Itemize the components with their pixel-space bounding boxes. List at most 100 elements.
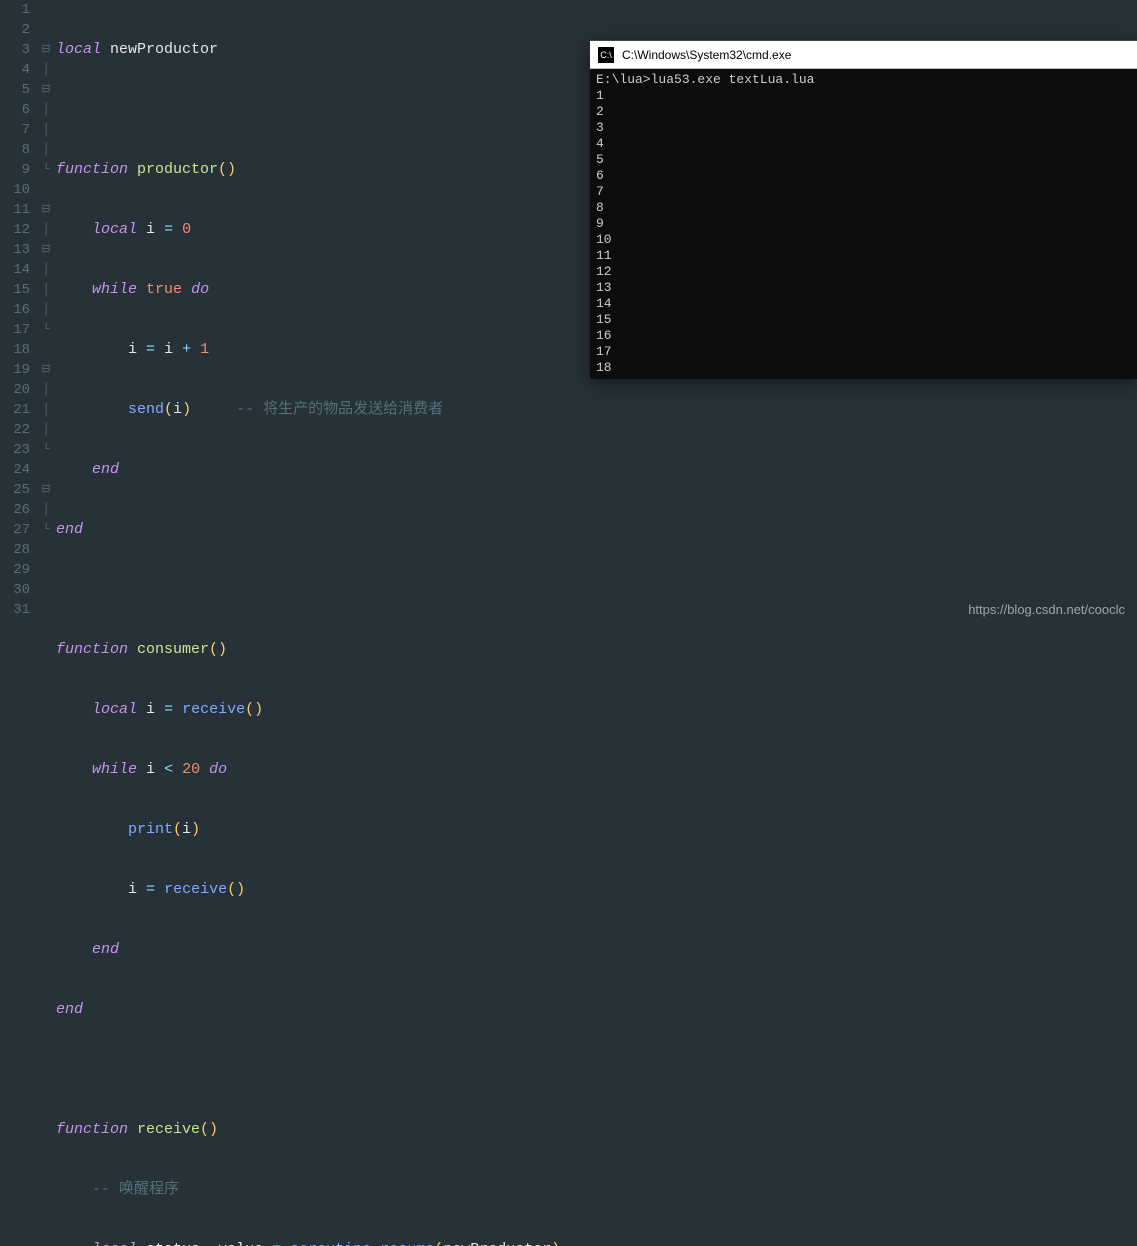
fold-marker[interactable]: │ (40, 500, 52, 520)
fold-marker[interactable] (40, 460, 52, 480)
code-line: local status, value = coroutine.resume(n… (56, 1240, 1137, 1246)
watermark: https://blog.csdn.net/cooclc (968, 602, 1125, 617)
console-line: 5 (596, 152, 1131, 168)
console-line: 16 (596, 328, 1131, 344)
fold-marker[interactable]: ⊟ (40, 40, 52, 60)
code-line: end (56, 520, 1137, 540)
code-line: while i < 20 do (56, 760, 1137, 780)
fold-marker[interactable] (40, 0, 52, 20)
console-line: E:\lua>lua53.exe textLua.lua (596, 72, 1131, 88)
fold-column[interactable]: ⊟│⊟│││└⊟│⊟│││└⊟│││└⊟│└ (40, 0, 52, 623)
line-number: 22 (4, 420, 30, 440)
fold-marker[interactable]: │ (40, 280, 52, 300)
console-line: 18 (596, 360, 1131, 376)
line-number: 16 (4, 300, 30, 320)
console-window[interactable]: C:\ C:\Windows\System32\cmd.exe E:\lua>l… (590, 40, 1137, 379)
fold-marker[interactable]: └ (40, 440, 52, 460)
fold-marker[interactable]: ⊟ (40, 80, 52, 100)
fold-marker[interactable]: │ (40, 260, 52, 280)
fold-marker[interactable] (40, 600, 52, 620)
console-line: 2 (596, 104, 1131, 120)
line-number: 7 (4, 120, 30, 140)
line-number: 3 (4, 40, 30, 60)
line-number: 12 (4, 220, 30, 240)
console-line: 13 (596, 280, 1131, 296)
line-number: 2 (4, 20, 30, 40)
line-number: 23 (4, 440, 30, 460)
line-number: 15 (4, 280, 30, 300)
line-number: 25 (4, 480, 30, 500)
line-number: 21 (4, 400, 30, 420)
line-number: 26 (4, 500, 30, 520)
code-line (56, 580, 1137, 600)
fold-marker[interactable]: │ (40, 300, 52, 320)
fold-marker[interactable]: └ (40, 520, 52, 540)
fold-marker[interactable] (40, 560, 52, 580)
code-line: end (56, 1000, 1137, 1020)
fold-marker[interactable]: │ (40, 120, 52, 140)
fold-marker[interactable]: │ (40, 420, 52, 440)
console-line: 1 (596, 88, 1131, 104)
fold-marker[interactable]: ⊟ (40, 480, 52, 500)
fold-marker[interactable]: │ (40, 400, 52, 420)
fold-marker[interactable] (40, 20, 52, 40)
code-line: local i = receive() (56, 700, 1137, 720)
fold-marker[interactable] (40, 540, 52, 560)
line-number: 13 (4, 240, 30, 260)
console-line: 17 (596, 344, 1131, 360)
line-number: 5 (4, 80, 30, 100)
line-number: 31 (4, 600, 30, 620)
fold-marker[interactable] (40, 340, 52, 360)
console-line: 3 (596, 120, 1131, 136)
line-number: 24 (4, 460, 30, 480)
console-output[interactable]: E:\lua>lua53.exe textLua.lua 12345678910… (590, 69, 1137, 379)
line-number: 27 (4, 520, 30, 540)
console-line: 7 (596, 184, 1131, 200)
code-line: end (56, 940, 1137, 960)
code-line: function consumer() (56, 640, 1137, 660)
fold-marker[interactable]: │ (40, 140, 52, 160)
fold-marker[interactable]: ⊟ (40, 360, 52, 380)
console-line: 10 (596, 232, 1131, 248)
console-line: 8 (596, 200, 1131, 216)
line-number: 6 (4, 100, 30, 120)
code-line: i = receive() (56, 880, 1137, 900)
line-number: 18 (4, 340, 30, 360)
line-number: 14 (4, 260, 30, 280)
line-number: 8 (4, 140, 30, 160)
line-number: 28 (4, 540, 30, 560)
code-line: -- 唤醒程序 (56, 1180, 1137, 1200)
console-line: 15 (596, 312, 1131, 328)
console-line: 4 (596, 136, 1131, 152)
fold-marker[interactable]: │ (40, 380, 52, 400)
line-number: 10 (4, 180, 30, 200)
code-line: send(i) -- 将生产的物品发送给消费者 (56, 400, 1137, 420)
line-number-gutter: 1234567891011121314151617181920212223242… (0, 0, 40, 623)
fold-marker[interactable]: │ (40, 60, 52, 80)
fold-marker[interactable] (40, 580, 52, 600)
fold-marker[interactable]: │ (40, 220, 52, 240)
code-line: print(i) (56, 820, 1137, 840)
console-titlebar[interactable]: C:\ C:\Windows\System32\cmd.exe (590, 41, 1137, 69)
code-line (56, 1060, 1137, 1080)
console-line: 12 (596, 264, 1131, 280)
fold-marker[interactable]: │ (40, 100, 52, 120)
fold-marker[interactable]: ⊟ (40, 200, 52, 220)
fold-marker[interactable]: └ (40, 160, 52, 180)
code-line: function receive() (56, 1120, 1137, 1140)
console-line: 11 (596, 248, 1131, 264)
line-number: 4 (4, 60, 30, 80)
line-number: 29 (4, 560, 30, 580)
console-line: 6 (596, 168, 1131, 184)
code-line: end (56, 460, 1137, 480)
line-number: 20 (4, 380, 30, 400)
fold-marker[interactable]: └ (40, 320, 52, 340)
line-number: 19 (4, 360, 30, 380)
console-title: C:\Windows\System32\cmd.exe (622, 48, 791, 62)
line-number: 17 (4, 320, 30, 340)
cmd-icon: C:\ (598, 47, 614, 63)
console-line: 9 (596, 216, 1131, 232)
fold-marker[interactable] (40, 180, 52, 200)
line-number: 9 (4, 160, 30, 180)
fold-marker[interactable]: ⊟ (40, 240, 52, 260)
